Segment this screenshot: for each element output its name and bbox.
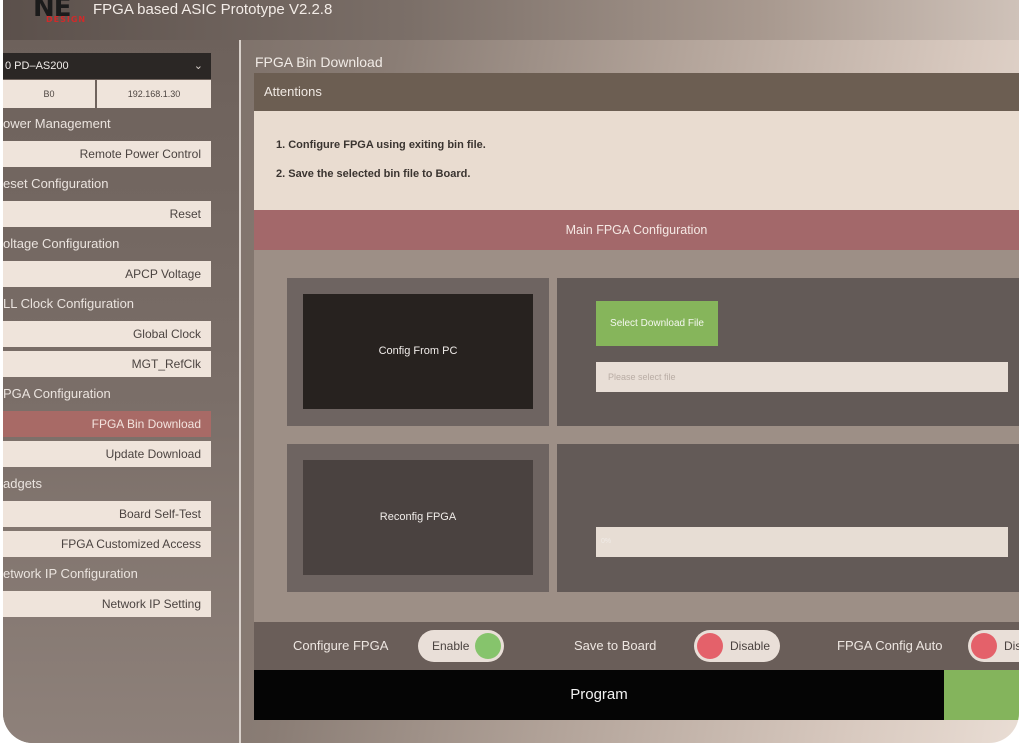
company-logo: NE DESIGN xyxy=(3,0,87,26)
file-select-card: Select Download File xyxy=(557,278,1019,426)
device-slot: B0 xyxy=(3,80,95,108)
config-from-pc-card: Config From PC xyxy=(287,278,549,426)
attentions-body: 1. Configure FPGA using exiting bin file… xyxy=(254,111,1019,210)
program-status-indicator xyxy=(944,670,1019,720)
title-bar: NE DESIGN FPGA based ASIC Prototype V2.2… xyxy=(3,0,1019,40)
main-fpga-configuration-header: Main FPGA Configuration xyxy=(254,210,1019,250)
logo-subtext: DESIGN xyxy=(46,15,87,24)
section-reset-configuration: eset Configuration xyxy=(3,176,109,191)
sidebar-divider xyxy=(239,40,241,743)
sidebar-item-board-self-test[interactable]: Board Self-Test xyxy=(3,501,211,527)
reconfig-fpga-card: Reconfig FPGA xyxy=(287,444,549,592)
section-gadgets: adgets xyxy=(3,476,43,491)
sidebar-item-fpga-customized-access[interactable]: FPGA Customized Access xyxy=(3,531,211,557)
progress-card: 0% xyxy=(557,444,1019,592)
device-ip: 192.168.1.30 xyxy=(97,80,211,108)
config-from-pc-button[interactable]: Config From PC xyxy=(303,294,533,409)
page-title: FPGA Bin Download xyxy=(255,54,383,70)
sidebar-item-global-clock[interactable]: Global Clock xyxy=(3,321,211,347)
sidebar-item-remote-power-control[interactable]: Remote Power Control xyxy=(3,141,211,167)
configure-fpga-toggle[interactable]: Enable xyxy=(418,630,504,662)
fpga-config-auto-toggle[interactable]: Dis xyxy=(968,630,1019,662)
select-download-file-button[interactable]: Select Download File xyxy=(596,301,718,346)
save-to-board-toggle[interactable]: Disable xyxy=(694,630,780,662)
file-path-input[interactable] xyxy=(596,362,1008,392)
sidebar-item-update-download[interactable]: Update Download xyxy=(3,441,211,467)
progress-bar: 0% xyxy=(596,527,1008,557)
sidebar-item-fpga-bin-download[interactable]: FPGA Bin Download xyxy=(3,411,211,437)
app-title: FPGA based ASIC Prototype V2.2.8 xyxy=(93,1,333,18)
save-to-board-state: Disable xyxy=(730,639,771,653)
configuration-panel: Config From PC Select Download File Reco… xyxy=(254,250,1019,622)
sidebar-item-mgt-refclk[interactable]: MGT_RefClk xyxy=(3,351,211,377)
program-button[interactable]: Program xyxy=(254,670,944,720)
device-select[interactable]: 0 PD–AS200 ⌄ xyxy=(3,53,211,79)
device-name: 0 PD–AS200 xyxy=(5,60,69,72)
toggle-knob xyxy=(475,633,501,659)
section-voltage-configuration: oltage Configuration xyxy=(3,236,120,251)
section-pll-clock-configuration: LL Clock Configuration xyxy=(3,296,135,311)
configure-fpga-state: Enable xyxy=(432,639,470,653)
sidebar-item-network-ip-setting[interactable]: Network IP Setting xyxy=(3,591,211,617)
fpga-config-auto-label: FPGA Config Auto xyxy=(837,638,943,653)
section-fpga-configuration: PGA Configuration xyxy=(3,386,111,401)
progress-text: 0% xyxy=(601,538,612,545)
attentions-header: Attentions xyxy=(254,73,1019,111)
toggle-knob xyxy=(697,633,723,659)
configure-fpga-label: Configure FPGA xyxy=(293,638,389,653)
fpga-config-auto-state: Dis xyxy=(1004,639,1019,653)
save-to-board-label: Save to Board xyxy=(574,638,657,653)
section-power-management: ower Management xyxy=(3,116,111,131)
attention-line-1: 1. Configure FPGA using exiting bin file… xyxy=(276,139,486,151)
reconfig-fpga-button[interactable]: Reconfig FPGA xyxy=(303,460,533,575)
toggle-knob xyxy=(971,633,997,659)
sidebar-item-apcp-voltage[interactable]: APCP Voltage xyxy=(3,261,211,287)
section-network-ip-configuration: etwork IP Configuration xyxy=(3,566,138,581)
sidebar: 0 PD–AS200 ⌄ B0 192.168.1.30 ower Manage… xyxy=(3,40,239,743)
sidebar-item-reset[interactable]: Reset xyxy=(3,201,211,227)
device-info: B0 192.168.1.30 xyxy=(3,80,211,108)
chevron-down-icon: ⌄ xyxy=(193,60,203,72)
attention-line-2: 2. Save the selected bin file to Board. xyxy=(276,168,471,180)
app-window: NE DESIGN FPGA based ASIC Prototype V2.2… xyxy=(3,0,1019,743)
options-bar: Configure FPGA Enable Save to Board Disa… xyxy=(254,622,1019,670)
